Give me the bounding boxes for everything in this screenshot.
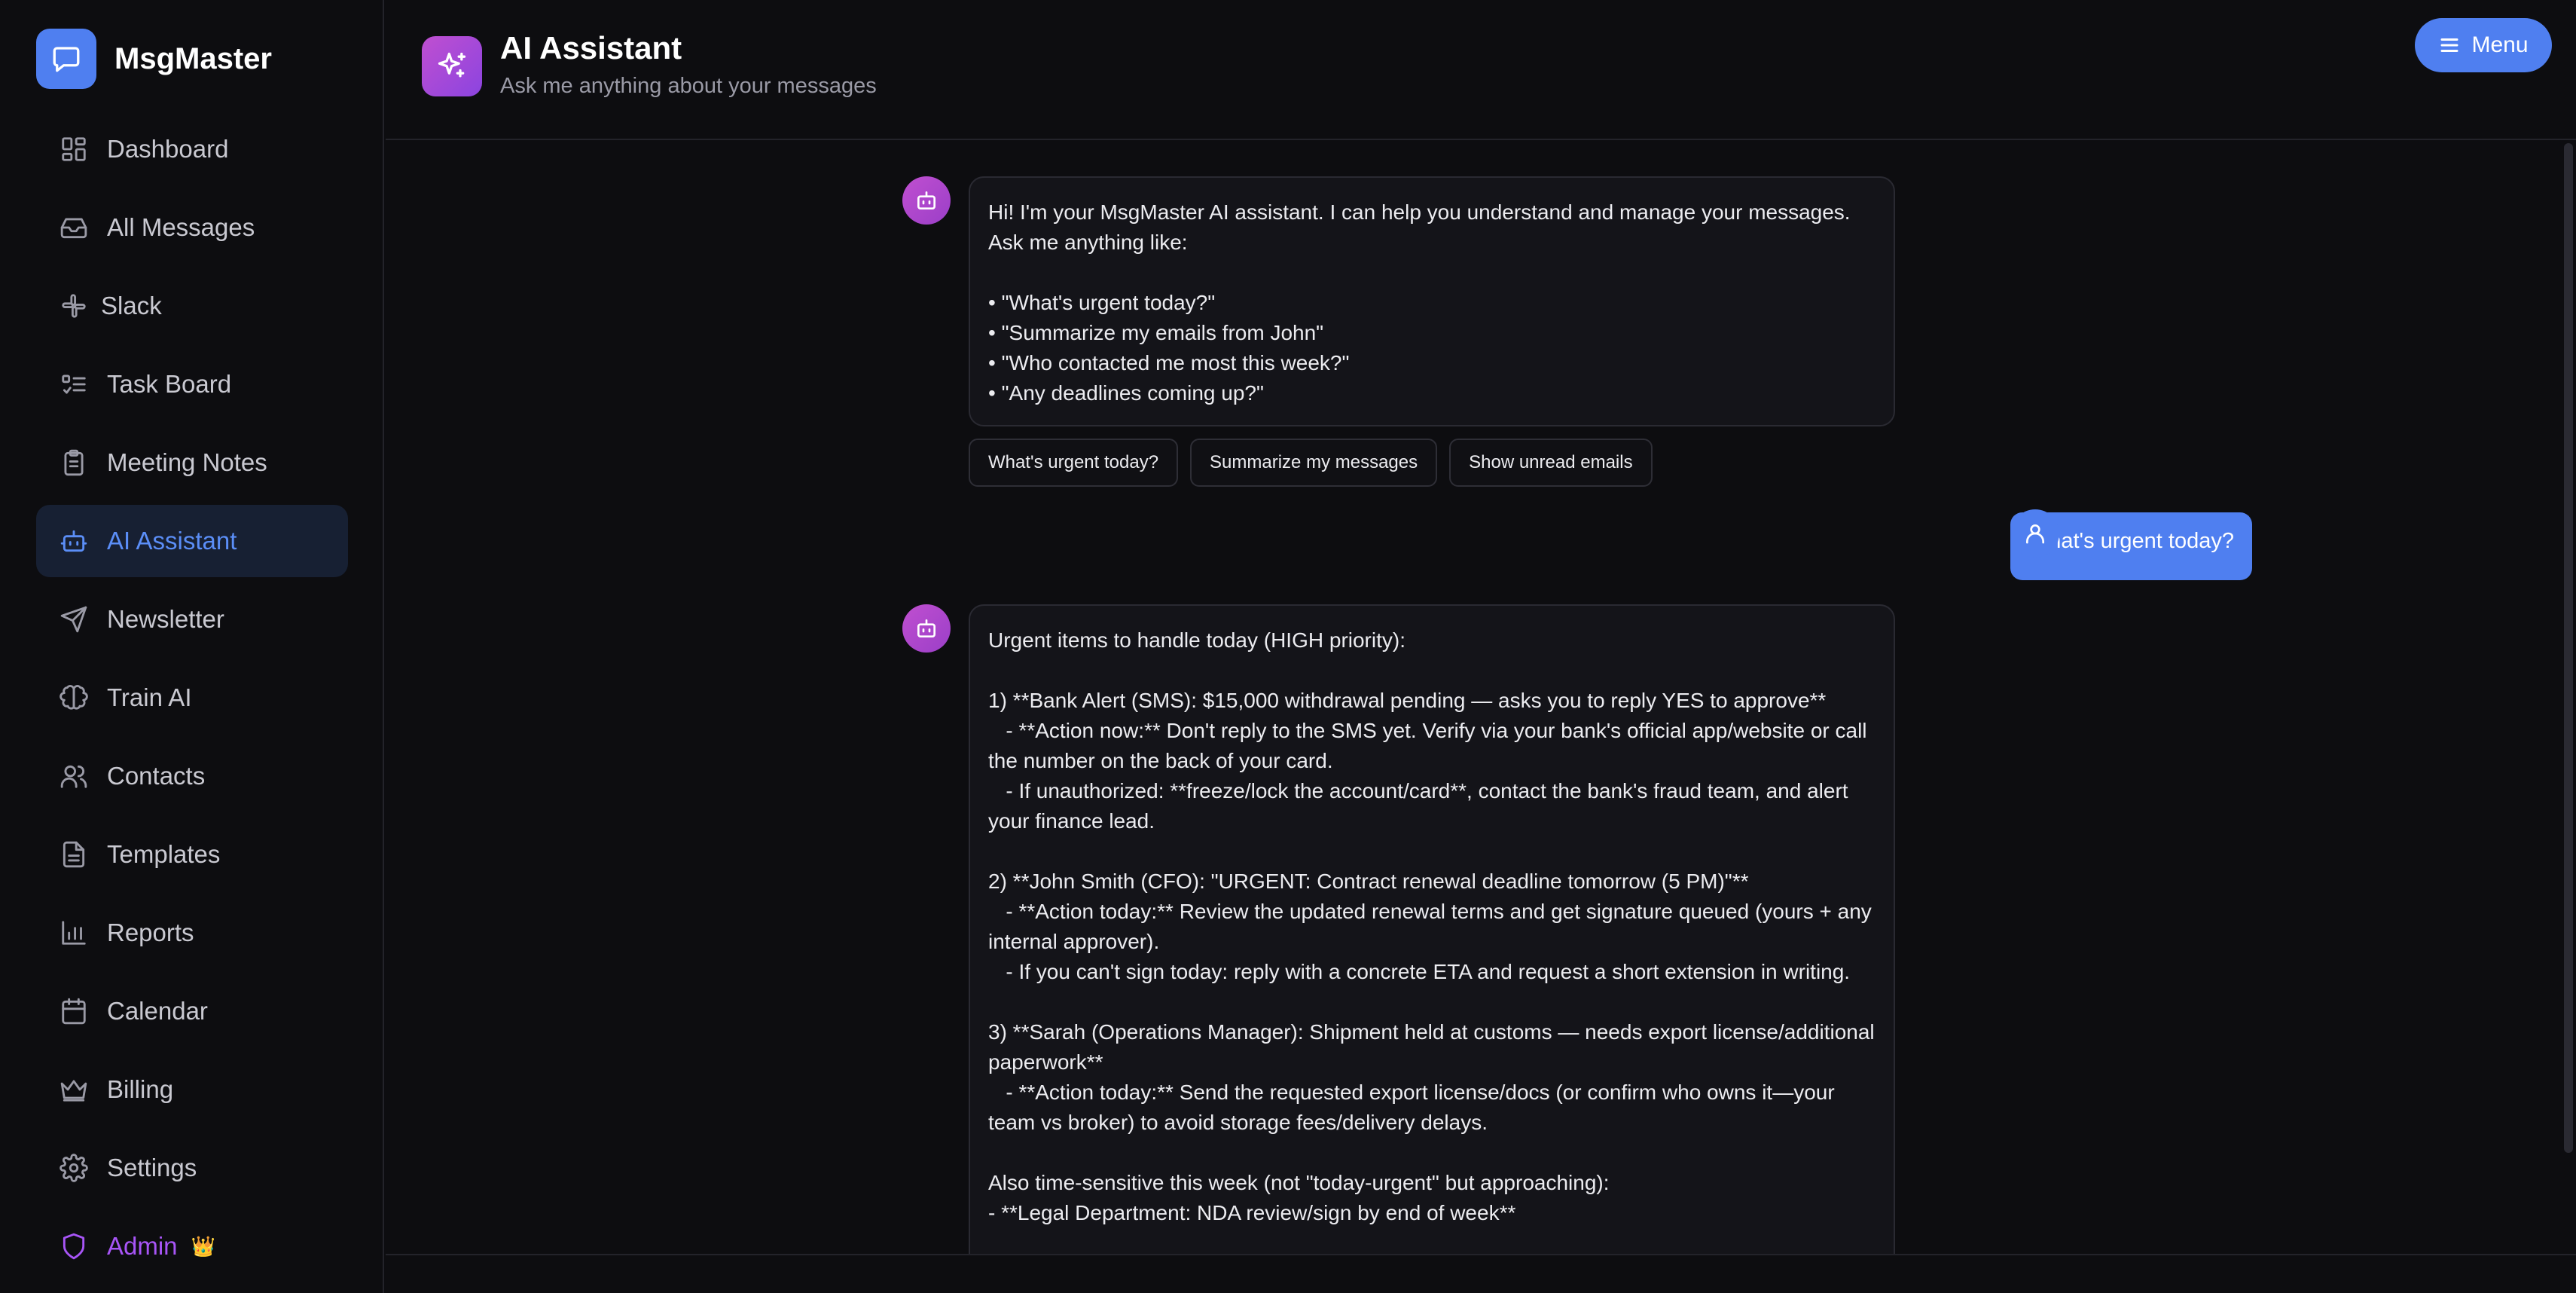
sidebar-item-reports[interactable]: Reports xyxy=(36,897,348,969)
chat-footer xyxy=(386,1254,2576,1293)
sidebar-item-label: Calendar xyxy=(107,997,208,1025)
sidebar: MsgMaster Dashboard All Messages Slack T… xyxy=(0,0,384,1293)
chat-bubble-icon xyxy=(36,29,96,89)
bar-chart-icon xyxy=(59,918,89,948)
sidebar-nav: Dashboard All Messages Slack Task Board … xyxy=(36,113,348,1288)
menu-button[interactable]: Menu xyxy=(2415,18,2552,72)
task-list-icon xyxy=(59,369,89,399)
sidebar-item-label: AI Assistant xyxy=(107,527,237,555)
menu-button-label: Menu xyxy=(2471,32,2529,57)
sidebar-item-templates[interactable]: Templates xyxy=(36,818,348,891)
sidebar-item-label: Templates xyxy=(107,840,221,868)
page-header: AI Assistant Ask me anything about your … xyxy=(386,0,2576,140)
sidebar-item-label: Train AI xyxy=(107,683,192,711)
hamburger-icon xyxy=(2440,38,2458,52)
sidebar-item-ai-assistant[interactable]: AI Assistant xyxy=(36,505,348,577)
sidebar-item-label: Slack xyxy=(101,292,162,319)
sidebar-item-label: Billing xyxy=(107,1075,174,1103)
crown-icon xyxy=(59,1074,89,1105)
sidebar-item-admin[interactable]: Admin 👑 xyxy=(36,1210,348,1282)
clipboard-icon xyxy=(59,448,89,478)
sidebar-item-all-messages[interactable]: All Messages xyxy=(36,191,348,264)
sidebar-item-meeting-notes[interactable]: Meeting Notes xyxy=(36,426,348,499)
shield-icon xyxy=(59,1231,89,1261)
brand[interactable]: MsgMaster xyxy=(36,29,272,89)
send-icon xyxy=(59,604,89,634)
crown-badge: 👑 xyxy=(191,1234,215,1258)
suggestion-chips: What's urgent today? Summarize my messag… xyxy=(969,439,1665,487)
slack-icon xyxy=(59,291,89,321)
sidebar-item-billing[interactable]: Billing xyxy=(36,1053,348,1126)
sidebar-item-label: Task Board xyxy=(107,370,232,398)
sidebar-item-task-board[interactable]: Task Board xyxy=(36,348,348,420)
sidebar-item-calendar[interactable]: Calendar xyxy=(36,975,348,1047)
bot-icon xyxy=(917,619,935,637)
gear-icon xyxy=(59,1153,89,1183)
user-avatar xyxy=(2011,509,2059,558)
suggestion-chip-unread[interactable]: Show unread emails xyxy=(1449,439,1653,487)
sidebar-item-label: Newsletter xyxy=(107,605,224,633)
sidebar-item-label: Reports xyxy=(107,919,194,946)
sidebar-item-contacts[interactable]: Contacts xyxy=(36,740,348,812)
bot-icon xyxy=(59,526,89,556)
sidebar-item-label: Contacts xyxy=(107,762,206,790)
dashboard-icon xyxy=(59,134,89,164)
sidebar-item-settings[interactable]: Settings xyxy=(36,1132,348,1204)
brand-name: MsgMaster xyxy=(114,41,272,75)
chat-area[interactable]: Hi! I'm your MsgMaster AI assistant. I c… xyxy=(386,142,2561,1254)
assistant-message-response: Urgent items to handle today (HIGH prior… xyxy=(969,604,1895,1254)
sparkles-icon xyxy=(422,36,482,96)
sidebar-item-label: Admin xyxy=(107,1232,178,1260)
calendar-icon xyxy=(59,996,89,1026)
brain-icon xyxy=(59,683,89,713)
assistant-message-welcome: Hi! I'm your MsgMaster AI assistant. I c… xyxy=(969,176,1895,426)
sidebar-item-train-ai[interactable]: Train AI xyxy=(36,662,348,734)
sidebar-item-label: Dashboard xyxy=(107,135,229,163)
users-icon xyxy=(59,761,89,791)
page-title: AI Assistant xyxy=(500,30,682,66)
sidebar-item-label: All Messages xyxy=(107,213,255,241)
sidebar-item-label: Meeting Notes xyxy=(107,448,267,476)
sidebar-item-slack[interactable]: Slack xyxy=(36,270,348,342)
assistant-avatar xyxy=(902,176,951,225)
sidebar-item-label: Settings xyxy=(107,1154,197,1181)
user-icon xyxy=(2026,524,2044,544)
sidebar-item-newsletter[interactable]: Newsletter xyxy=(36,583,348,656)
chat-scrollbar-thumb[interactable] xyxy=(2564,143,2573,1153)
assistant-avatar xyxy=(902,604,951,653)
bot-icon xyxy=(917,191,935,209)
page-subtitle: Ask me anything about your messages xyxy=(500,74,877,98)
suggestion-chip-summarize[interactable]: Summarize my messages xyxy=(1190,439,1438,487)
sidebar-item-dashboard[interactable]: Dashboard xyxy=(36,113,348,185)
file-text-icon xyxy=(59,839,89,870)
inbox-icon xyxy=(59,212,89,243)
suggestion-chip-urgent[interactable]: What's urgent today? xyxy=(969,439,1179,487)
